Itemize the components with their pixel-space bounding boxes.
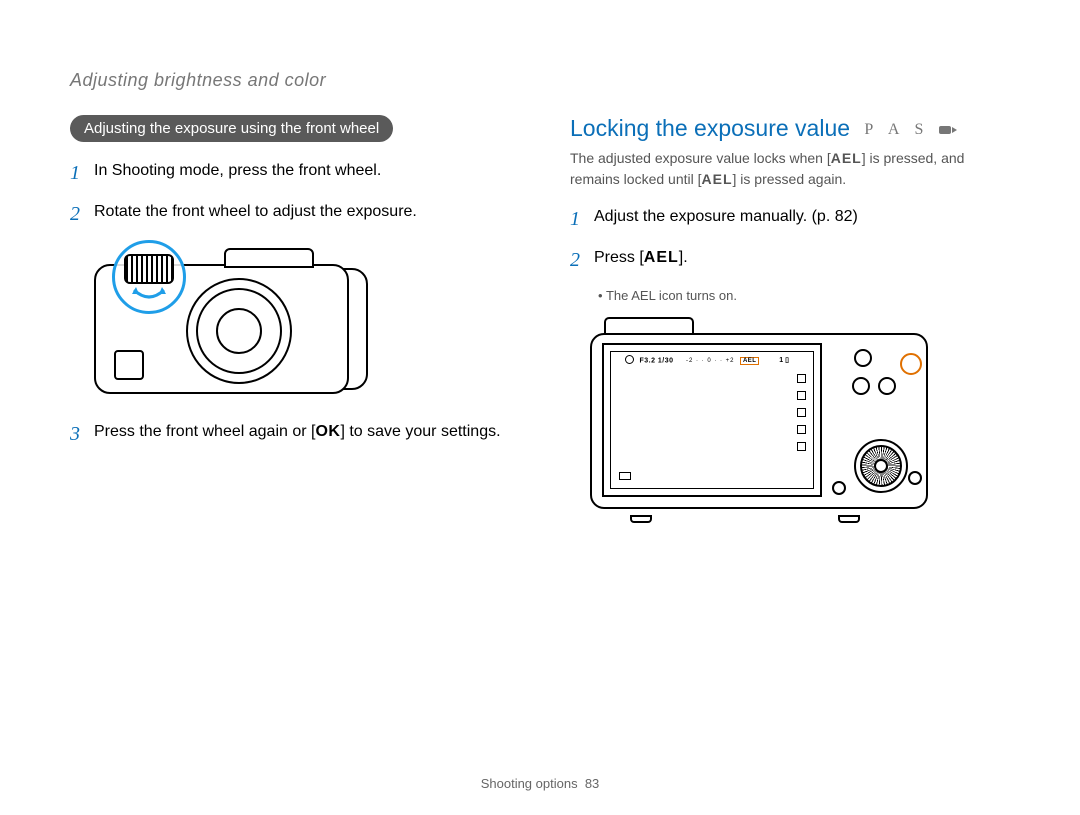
left-column: Adjusting the exposure using the front w… bbox=[70, 115, 510, 517]
step-1: 1 In Shooting mode, press the front whee… bbox=[70, 160, 510, 187]
step-number: 2 bbox=[70, 201, 84, 228]
step-text: Press the front wheel again or [OK] to s… bbox=[94, 421, 510, 448]
ael-button-highlight bbox=[900, 353, 922, 375]
step-text: Press [AEL]. bbox=[594, 247, 1010, 274]
rear-button-small bbox=[832, 481, 846, 495]
step-text: In Shooting mode, press the front wheel. bbox=[94, 160, 510, 187]
ev-scale-icon: -2 · · 0 · · +2 bbox=[686, 358, 735, 364]
overlay-icon bbox=[797, 442, 806, 451]
footer-section: Shooting options bbox=[481, 776, 578, 791]
step-text-part: Press the front wheel again or [ bbox=[94, 423, 315, 440]
step-number: 1 bbox=[570, 206, 584, 233]
step-number: 1 bbox=[70, 160, 84, 187]
step-3: 3 Press the front wheel again or [OK] to… bbox=[70, 421, 510, 448]
overlay-icon bbox=[797, 391, 806, 400]
ok-key-icon: OK bbox=[315, 423, 340, 440]
overlay-icon bbox=[797, 374, 806, 383]
frame-count: 1 ▯ bbox=[779, 356, 789, 364]
subtext-part: ] is pressed again. bbox=[733, 171, 847, 187]
rear-button-small bbox=[908, 471, 922, 485]
memory-icon: ▯ bbox=[785, 357, 789, 364]
step-text-part: Press [ bbox=[594, 249, 644, 266]
camera-front-illustration bbox=[94, 242, 364, 397]
section-subtext: The adjusted exposure value locks when [… bbox=[570, 148, 1010, 190]
lcd-screen: F3.2 1/30 -2 · · 0 · · +2 AEL 1 ▯ bbox=[602, 343, 822, 497]
camera-back-illustration: F3.2 1/30 -2 · · 0 · · +2 AEL 1 ▯ bbox=[590, 317, 930, 517]
rear-button bbox=[878, 377, 896, 395]
battery-icon bbox=[619, 472, 631, 480]
right-overlay-icons bbox=[797, 374, 807, 451]
ael-label: AEL bbox=[831, 150, 862, 166]
subtext-part: The adjusted exposure value locks when [ bbox=[570, 150, 831, 166]
rotate-arrow-icon bbox=[130, 286, 168, 300]
rear-button bbox=[852, 377, 870, 395]
step-1: 1 Adjust the exposure manually. (p. 82) bbox=[570, 206, 1010, 233]
footer-page: 83 bbox=[585, 776, 599, 791]
mode-indicators: P A S bbox=[864, 121, 957, 138]
ael-label: AEL bbox=[702, 171, 733, 187]
control-dial bbox=[854, 439, 908, 493]
mode-icon bbox=[625, 355, 634, 364]
step-2: 2 Rotate the front wheel to adjust the e… bbox=[70, 201, 510, 228]
section-heading: Locking the exposure value P A S bbox=[570, 115, 1010, 142]
step-number: 2 bbox=[570, 247, 584, 274]
breadcrumb: Adjusting brightness and color bbox=[70, 70, 1010, 91]
front-wheel-icon bbox=[124, 254, 174, 284]
step-2: 2 Press [AEL]. bbox=[570, 247, 1010, 274]
step-text: Adjust the exposure manually. (p. 82) bbox=[594, 206, 1010, 233]
step-text-part: ]. bbox=[679, 249, 688, 266]
bullet-note: The AEL icon turns on. bbox=[598, 288, 1010, 303]
step-text: Rotate the front wheel to adjust the exp… bbox=[94, 201, 510, 228]
movie-mode-icon bbox=[939, 124, 957, 136]
step-text-part: ] to save your settings. bbox=[340, 423, 500, 440]
ael-label: AEL bbox=[644, 249, 679, 266]
heading-text: Locking the exposure value bbox=[570, 115, 850, 141]
section-pill: Adjusting the exposure using the front w… bbox=[70, 115, 393, 142]
overlay-icon bbox=[797, 425, 806, 434]
step-number: 3 bbox=[70, 421, 84, 448]
aperture-shutter: F3.2 1/30 bbox=[639, 357, 673, 364]
right-column: Locking the exposure value P A S The adj… bbox=[570, 115, 1010, 517]
mode-letters: P A S bbox=[864, 121, 929, 138]
status-bar: F3.2 1/30 -2 · · 0 · · +2 AEL bbox=[625, 356, 762, 365]
ael-badge-icon: AEL bbox=[740, 357, 760, 365]
camera-foot bbox=[630, 515, 652, 523]
overlay-icon bbox=[797, 408, 806, 417]
page-footer: Shooting options 83 bbox=[0, 776, 1080, 791]
rear-button bbox=[854, 349, 872, 367]
camera-foot bbox=[838, 515, 860, 523]
